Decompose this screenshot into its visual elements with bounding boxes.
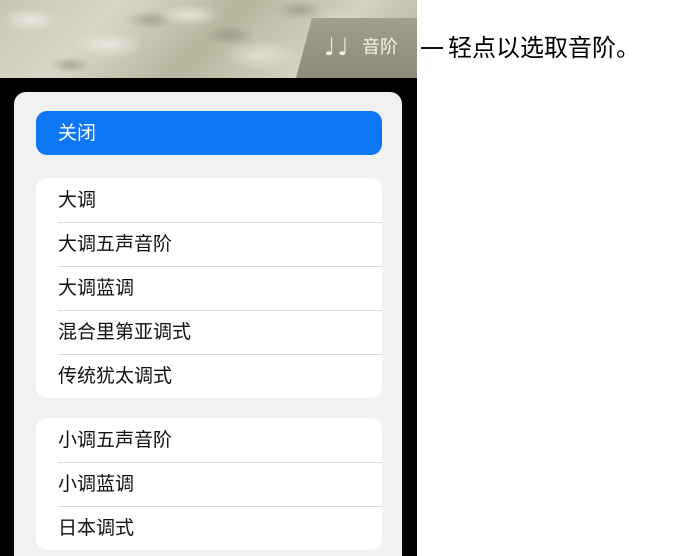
scale-item-japanese[interactable]: 日本调式: [36, 506, 382, 550]
scale-button[interactable]: ♩♩ 音阶: [296, 18, 417, 78]
scale-item-ahava-raba[interactable]: 传统犹太调式: [36, 354, 382, 398]
scale-item-minor-blues[interactable]: 小调蓝调: [36, 462, 382, 506]
callout-text: 轻点以选取音阶。: [448, 34, 640, 62]
scale-menu-panel: 关闭 大调 大调五声音阶 大调蓝调 混合里第亚调式 传统犹太调式 小调五声音阶 …: [14, 92, 402, 556]
scale-button-label: 音阶: [362, 37, 398, 58]
scale-item-major-pentatonic[interactable]: 大调五声音阶: [36, 222, 382, 266]
scale-item-minor-pentatonic[interactable]: 小调五声音阶: [36, 418, 382, 462]
scale-group-major: 大调 大调五声音阶 大调蓝调 混合里第亚调式 传统犹太调式: [36, 178, 382, 398]
callout-leader-line: [421, 47, 443, 49]
scale-item-mixolydian[interactable]: 混合里第亚调式: [36, 310, 382, 354]
scale-group-minor: 小调五声音阶 小调蓝调 日本调式: [36, 418, 382, 550]
scale-item-major-blues[interactable]: 大调蓝调: [36, 266, 382, 310]
close-button[interactable]: 关闭: [36, 111, 382, 155]
screenshot-stage: ♩♩ 音阶 关闭 大调 大调五声音阶 大调蓝调 混合里第亚调式 传统犹太调式 小…: [0, 0, 673, 556]
scale-item-major[interactable]: 大调: [36, 178, 382, 222]
music-notes-icon: ♩♩: [324, 33, 351, 61]
